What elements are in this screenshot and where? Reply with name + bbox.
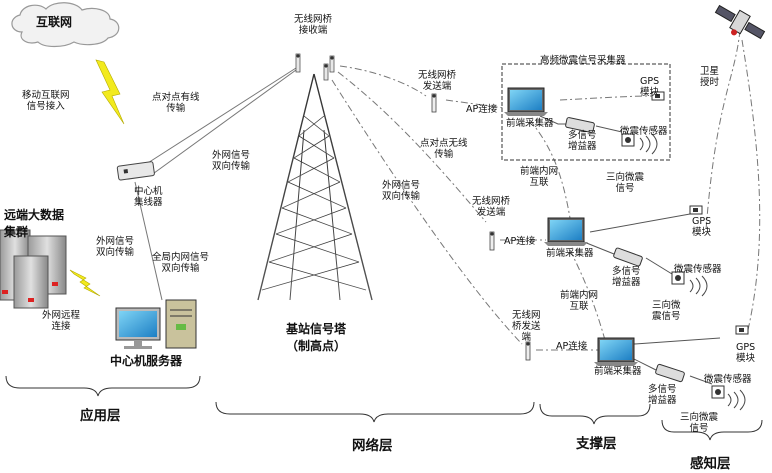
remote-link-label: 外网远程 连接 (42, 310, 81, 332)
central-server-icon (115, 299, 197, 349)
bridge-tx-2-label: 无线网桥 发送端 (472, 196, 511, 218)
hub-server-link-label: 外网信号 双向传输 (96, 236, 135, 258)
ap-link-3-label: AP连接 (556, 341, 588, 352)
lan-link-label-1: 前端内网 互联 (520, 166, 559, 188)
sensor-icon (621, 133, 658, 155)
sensor-icon (671, 271, 708, 297)
bridge-tx-1-label: 无线网桥 发送端 (418, 70, 457, 92)
amplifier-label-2: 多信号 增益器 (612, 266, 641, 288)
server-label: 中心机服务器 (110, 354, 183, 368)
ap-link-1-label: AP连接 (466, 104, 498, 115)
gps-module-icon (689, 205, 703, 215)
front-collector-icon (544, 217, 588, 246)
tower-receiver-label: 无线网桥 接收端 (294, 14, 333, 36)
collector-label-1: 前端采集器 (506, 118, 554, 129)
collector-box-title: 高频微震信号采集器 (540, 55, 626, 66)
global-link-label: 全局内网信号 双向传输 (152, 252, 210, 274)
tower-label: 基站信号塔 （制高点） (286, 322, 347, 353)
bridge-antenna-icon (525, 341, 531, 361)
datacenter-label: 远端大数据 集群 (4, 208, 65, 239)
amplifier-icon (613, 247, 643, 267)
bridge-antenna-icon (431, 93, 437, 113)
amplifier-label-3: 多信号 增益器 (648, 384, 677, 406)
layer-app-label: 应用层 (80, 408, 121, 424)
sensor-label-3: 微震传感器 (704, 374, 752, 385)
signal-label-1: 三向微震 信号 (606, 172, 645, 194)
wireless-bolt-icon (69, 269, 101, 297)
base-station-tower (257, 60, 373, 301)
gps-label-2: GPS 模块 (692, 216, 712, 238)
sensor-label-1: 微震传感器 (620, 126, 668, 137)
layer-sensing-label: 感知层 (690, 456, 731, 472)
collector-label-3: 前端采集器 (594, 366, 642, 377)
layer-network-label: 网络层 (352, 438, 393, 454)
hub-tower-link-label: 外网信号 双向传输 (212, 150, 251, 172)
p2p-wireless-label: 点对点无线 传输 (420, 138, 468, 160)
internet-label: 互联网 (36, 15, 73, 29)
datacenter-servers-icon (0, 229, 67, 309)
signal-label-3: 三向微震 信号 (680, 412, 719, 434)
hub-label: 中心机 集线器 (134, 186, 163, 208)
lan-link-label-2: 前端内网 互联 (560, 290, 599, 312)
gps-label-3: GPS 模块 (736, 342, 756, 364)
gps-label-1: GPS 模块 (640, 76, 660, 98)
collector-label-2: 前端采集器 (546, 248, 594, 259)
diagram-canvas: 互联网 移动互联网 信号接入 点对点有线 传输 外网信号 双向传输 中心机 集线… (0, 0, 772, 473)
bridge-tx-3-label: 无线网 桥发送 端 (512, 310, 541, 343)
satellite-label: 卫星 授时 (700, 66, 720, 88)
front-collector-icon (594, 337, 638, 366)
ap-link-2-label: AP连接 (504, 236, 536, 247)
sensor-icon (711, 385, 746, 411)
p2p-wired-label: 点对点有线 传输 (152, 92, 200, 114)
gps-module-icon (735, 325, 749, 335)
sensor-label-2: 微震传感器 (674, 264, 722, 275)
layer-support-label: 支撑层 (576, 436, 617, 452)
front-collector-icon (504, 87, 548, 116)
tower-lower-link-label: 外网信号 双向传输 (382, 180, 421, 202)
signal-label-2: 三向微 震信号 (652, 300, 681, 322)
wireless-bolt-icon (95, 59, 125, 125)
amplifier-label-1: 多信号 增益器 (568, 130, 597, 152)
hub-device-icon (116, 161, 155, 181)
amplifier-icon (655, 363, 685, 383)
mobile-access-label: 移动互联网 信号接入 (22, 90, 70, 112)
bridge-antenna-icon (489, 231, 495, 251)
